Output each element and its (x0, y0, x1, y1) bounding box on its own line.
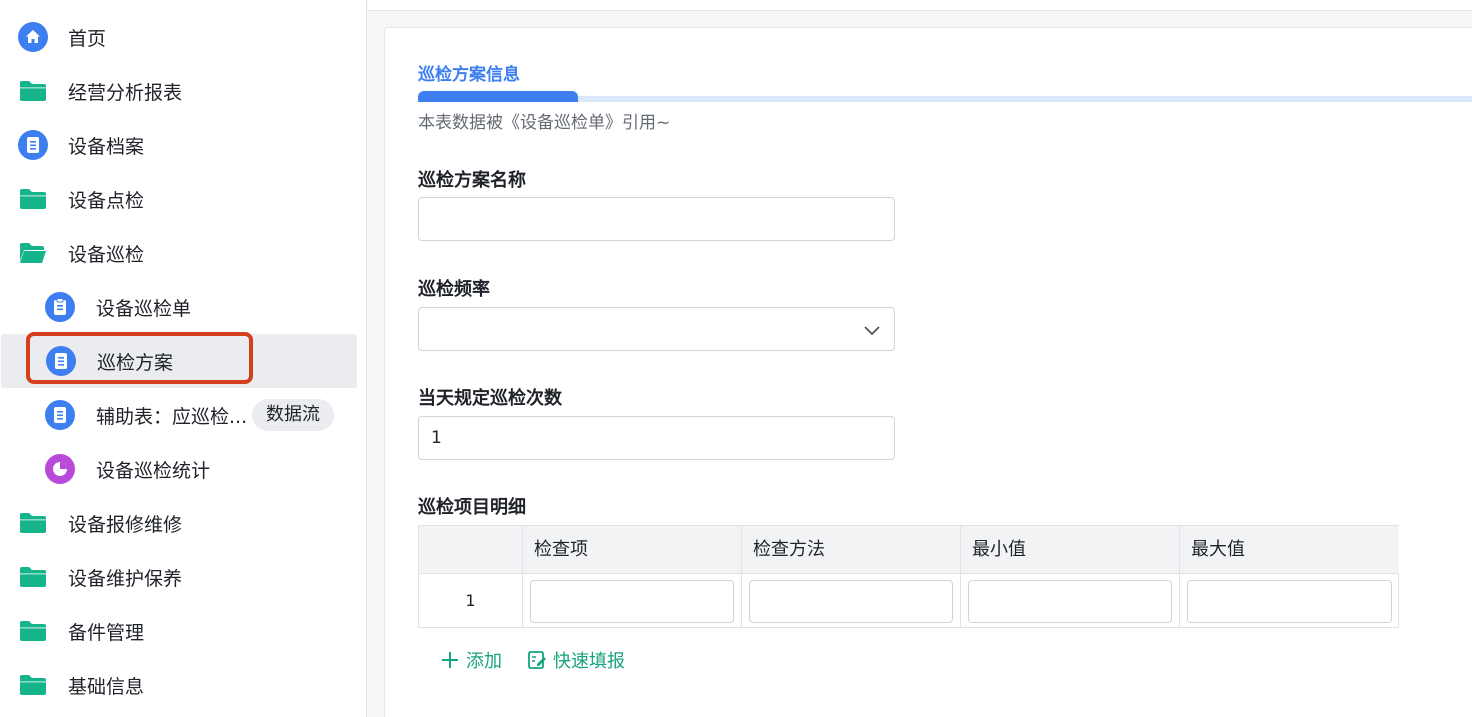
table-header: 最大值 (1180, 526, 1399, 574)
quick-fill-button[interactable]: 快速填报 (527, 645, 625, 675)
pie-chart-icon (45, 454, 75, 484)
folder-open-icon (18, 238, 48, 268)
add-row-button[interactable]: 添加 (440, 645, 502, 675)
sidebar-item-spare-parts[interactable]: 备件管理 (0, 604, 356, 658)
home-icon (18, 22, 48, 52)
sidebar-item-aux-table[interactable]: 辅助表：应巡检... 数据流 (0, 388, 356, 442)
sidebar-item-label: 巡检方案 (97, 351, 174, 374)
sidebar-item-label: 设备维护保养 (68, 567, 183, 590)
sidebar-item-equipment-archive[interactable]: 设备档案 (0, 118, 356, 172)
sidebar-item-label: 辅助表：应巡检... (96, 405, 248, 428)
sidebar-item-repair[interactable]: 设备报修维修 (0, 496, 356, 550)
folder-icon (18, 616, 48, 646)
table-index-header (419, 526, 523, 574)
sidebar-item-label: 设备档案 (68, 135, 145, 158)
sidebar-item-patrol-inspection[interactable]: 设备巡检 (0, 226, 356, 280)
max-value-input[interactable] (1187, 580, 1392, 623)
daily-count-label: 当天规定巡检次数 (418, 388, 562, 409)
frequency-select[interactable] (418, 307, 895, 351)
table-cell (1180, 574, 1399, 628)
sidebar-item-label: 设备巡检单 (96, 297, 192, 320)
sidebar-item-label: 首页 (68, 27, 107, 50)
chevron-down-icon (864, 326, 880, 336)
sidebar-item-label: 设备报修维修 (68, 513, 183, 536)
sidebar-item-patrol-plan[interactable]: 巡检方案 (1, 334, 357, 388)
check-method-input[interactable] (749, 580, 953, 623)
folder-icon (18, 670, 48, 700)
form-icon (45, 400, 75, 430)
sidebar-item-home[interactable]: 首页 (0, 10, 356, 64)
folder-icon (18, 76, 48, 106)
sidebar-item-label: 设备巡检 (68, 243, 145, 266)
sidebar-item-spot-check[interactable]: 设备点检 (0, 172, 356, 226)
table-header: 最小值 (961, 526, 1180, 574)
sidebar-item-label: 备件管理 (68, 621, 145, 644)
add-row-label: 添加 (466, 651, 502, 672)
table-row-number: 1 (419, 574, 523, 628)
daily-count-input[interactable]: 1 (418, 416, 895, 460)
table-cell (523, 574, 742, 628)
frequency-label: 巡检频率 (418, 279, 490, 300)
detail-label: 巡检项目明细 (418, 497, 526, 518)
top-bar (368, 0, 1472, 11)
sidebar: 首页 经营分析报表 设备档案 设备点检 设备巡检 设备巡检单 巡检方案 辅助表：… (0, 0, 367, 717)
sidebar-item-label: 经营分析报表 (68, 81, 183, 104)
sidebar-item-business-report[interactable]: 经营分析报表 (0, 64, 356, 118)
quick-fill-label: 快速填报 (553, 651, 625, 672)
check-item-input[interactable] (530, 580, 734, 623)
edit-form-icon (528, 651, 546, 669)
table-header: 检查方法 (742, 526, 961, 574)
table-cell (742, 574, 961, 628)
folder-icon (18, 562, 48, 592)
sidebar-item-patrol-sheet[interactable]: 设备巡检单 (0, 280, 356, 334)
sidebar-item-label: 设备巡检统计 (96, 459, 211, 482)
clipboard-icon (45, 292, 75, 322)
section-tab-indicator (418, 91, 578, 102)
folder-icon (18, 184, 48, 214)
sidebar-item-label: 设备点检 (68, 189, 145, 212)
form-icon (18, 130, 48, 160)
sidebar-item-label: 基础信息 (68, 675, 145, 698)
plus-icon (442, 652, 458, 668)
form-icon (46, 346, 76, 376)
detail-table: 检查项 检查方法 最小值 最大值 1 (418, 525, 1399, 628)
min-value-input[interactable] (968, 580, 1172, 623)
table-cell (961, 574, 1180, 628)
sidebar-item-patrol-stats[interactable]: 设备巡检统计 (0, 442, 356, 496)
reference-note: 本表数据被《设备巡检单》引用~ (418, 113, 671, 133)
section-title: 巡检方案信息 (418, 65, 520, 85)
plan-name-input[interactable] (418, 197, 895, 241)
folder-icon (18, 508, 48, 538)
plan-name-label: 巡检方案名称 (418, 170, 526, 191)
sidebar-item-maintenance[interactable]: 设备维护保养 (0, 550, 356, 604)
table-header: 检查项 (523, 526, 742, 574)
sidebar-item-basic-info[interactable]: 基础信息 (0, 658, 356, 712)
dataflow-tag[interactable]: 数据流 (252, 399, 334, 431)
